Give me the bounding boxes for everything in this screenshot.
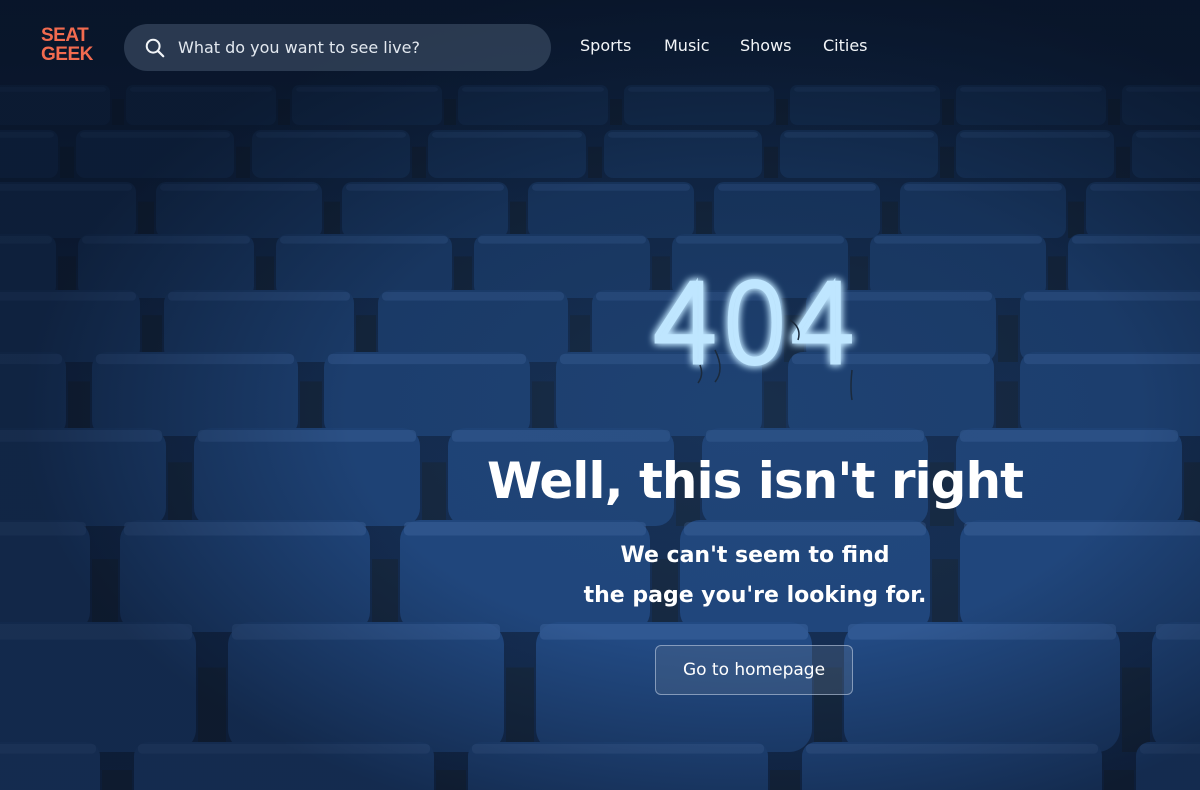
go-to-homepage-button[interactable]: Go to homepage bbox=[655, 645, 853, 695]
message-line-1: We can't seem to find bbox=[620, 543, 890, 568]
search-icon bbox=[145, 38, 165, 57]
nav-shows[interactable]: Shows bbox=[740, 36, 792, 55]
page-title: Well, this isn't right bbox=[487, 452, 1024, 510]
logo-line-1: SEAT bbox=[41, 25, 89, 46]
logo-line-2: GEEK bbox=[41, 44, 93, 65]
nav-cities[interactable]: Cities bbox=[823, 36, 868, 55]
error-code: 404 bbox=[652, 270, 858, 388]
nav-music[interactable]: Music bbox=[664, 36, 710, 55]
neon-404-sign: 404 bbox=[649, 270, 861, 401]
message-line-2: the page you're looking for. bbox=[583, 583, 927, 608]
seatgeek-logo[interactable]: SEAT GEEK bbox=[41, 26, 97, 70]
nav-sports[interactable]: Sports bbox=[580, 36, 631, 55]
stadium-seats-background bbox=[0, 0, 1200, 790]
search-bar[interactable] bbox=[124, 24, 551, 71]
search-input[interactable] bbox=[176, 37, 535, 58]
site-header: SEAT GEEK Sports Music Shows Cities bbox=[0, 0, 1200, 94]
error-message: We can't seem to find the page you're lo… bbox=[455, 536, 1055, 616]
